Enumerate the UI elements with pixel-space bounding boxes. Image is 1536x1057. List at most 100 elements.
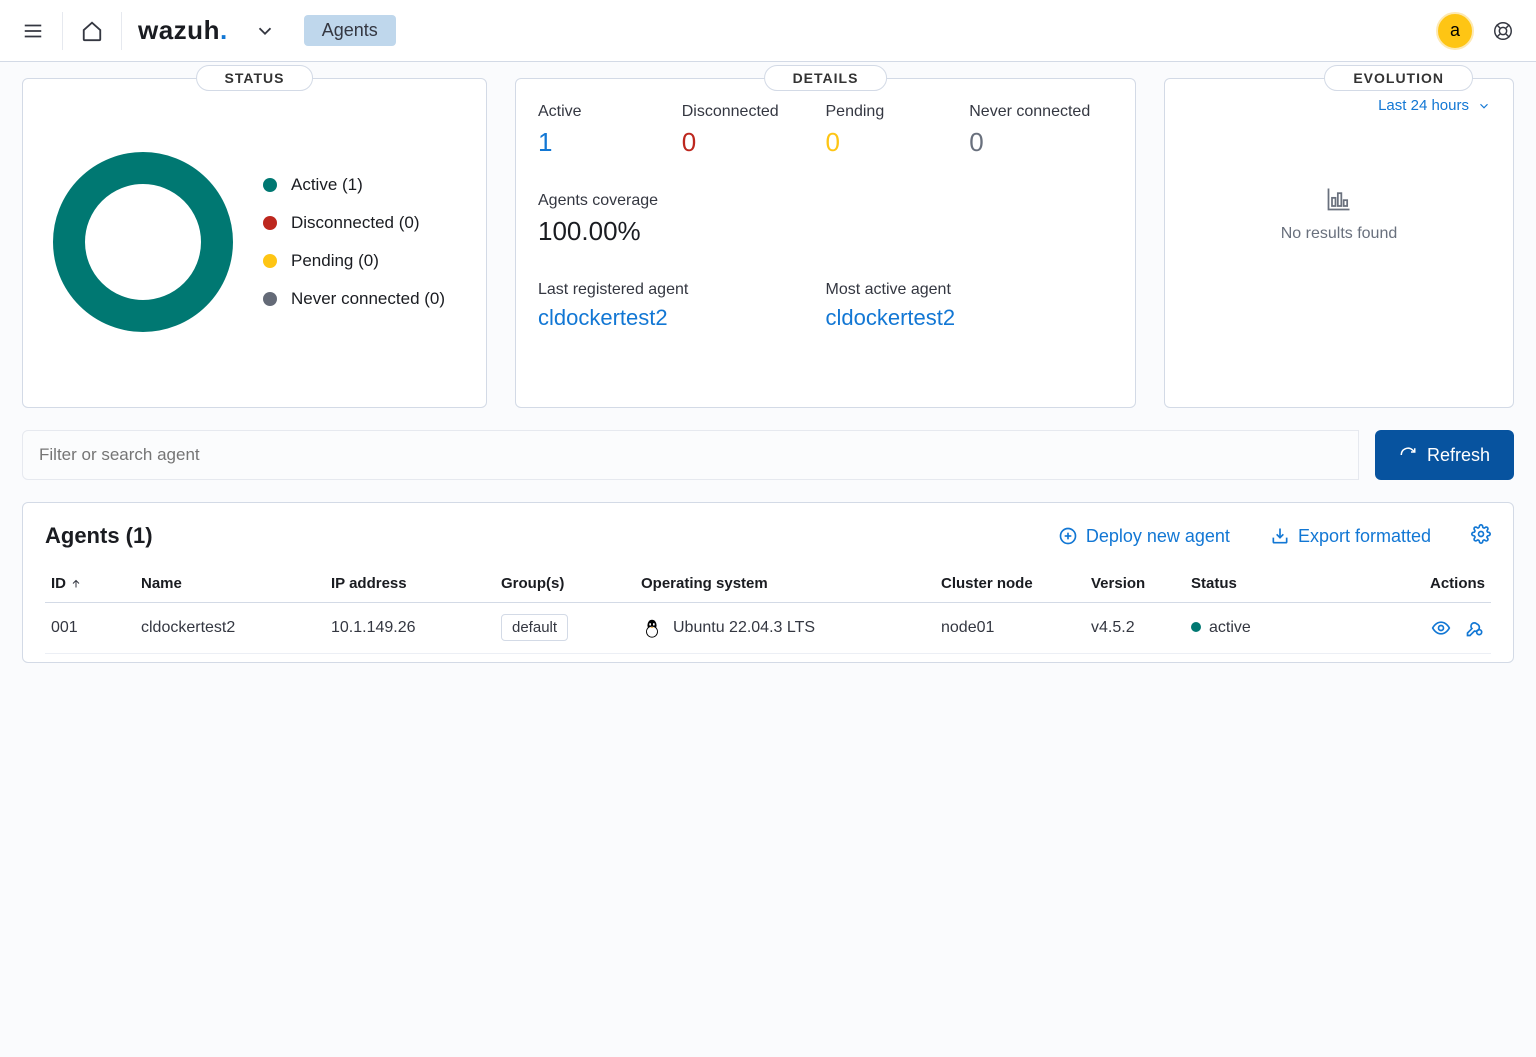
detail-label: Never connected <box>969 103 1113 121</box>
hamburger-icon <box>22 20 44 42</box>
chart-icon <box>1325 185 1353 213</box>
detail-label: Agents coverage <box>538 192 1113 210</box>
col-os[interactable]: Operating system <box>635 565 935 603</box>
col-actions: Actions <box>1305 565 1491 603</box>
status-title: STATUS <box>196 65 314 91</box>
home-icon <box>81 20 103 42</box>
refresh-button[interactable]: Refresh <box>1375 430 1514 480</box>
search-input[interactable] <box>22 430 1359 480</box>
col-groups[interactable]: Group(s) <box>495 565 635 603</box>
lifebuoy-icon <box>1492 20 1514 42</box>
brand-logo[interactable]: wazuh. <box>138 15 228 46</box>
time-range-picker[interactable]: Last 24 hours <box>1187 97 1491 114</box>
cell-actions <box>1305 603 1491 654</box>
status-text: active <box>1209 619 1251 636</box>
config-icon[interactable] <box>1465 618 1485 638</box>
view-icon[interactable] <box>1431 618 1451 638</box>
details-title: DETAILS <box>764 65 888 91</box>
menu-button[interactable] <box>10 8 56 54</box>
sort-asc-icon <box>70 578 82 590</box>
chevron-down-icon <box>1477 99 1491 113</box>
agents-table: ID Name IP address Group(s) Operating sy… <box>45 565 1491 654</box>
brand-menu-button[interactable] <box>242 8 288 54</box>
detail-label: Last registered agent <box>538 281 826 299</box>
cell-name: cldockertest2 <box>135 603 325 654</box>
detail-value: 0 <box>826 127 970 158</box>
group-chip[interactable]: default <box>501 614 568 641</box>
plus-circle-icon <box>1058 526 1078 546</box>
detail-label: Most active agent <box>826 281 1114 299</box>
cell-cluster: node01 <box>935 603 1085 654</box>
status-dot-icon <box>1191 622 1201 632</box>
export-button[interactable]: Export formatted <box>1270 526 1431 547</box>
evolution-panel: EVOLUTION Last 24 hours No results found <box>1164 78 1514 408</box>
detail-active: Active 1 <box>538 103 682 158</box>
cell-status: active <box>1185 603 1305 654</box>
detail-label: Disconnected <box>682 103 826 121</box>
detail-label: Active <box>538 103 682 121</box>
legend-pending[interactable]: Pending (0) <box>263 251 445 271</box>
topbar: wazuh. Agents a <box>0 0 1536 62</box>
dot-icon <box>263 178 277 192</box>
legend-label: Disconnected (0) <box>291 213 420 233</box>
detail-value: 0 <box>682 127 826 158</box>
detail-most-active: Most active agent cldockertest2 <box>826 281 1114 331</box>
details-panel: DETAILS Active 1 Disconnected 0 Pending … <box>515 78 1136 408</box>
search-row: Refresh <box>22 430 1514 480</box>
refresh-label: Refresh <box>1427 445 1490 466</box>
detail-pending: Pending 0 <box>826 103 970 158</box>
dot-icon <box>263 292 277 306</box>
detail-last-registered: Last registered agent cldockertest2 <box>538 281 826 331</box>
user-avatar[interactable]: a <box>1436 12 1474 50</box>
legend-label: Active (1) <box>291 175 363 195</box>
col-status[interactable]: Status <box>1185 565 1305 603</box>
os-text: Ubuntu 22.04.3 LTS <box>673 619 815 637</box>
divider <box>121 12 122 50</box>
cell-id: 001 <box>45 603 135 654</box>
status-panel: STATUS Active (1) Disconnected (0) Pendi… <box>22 78 487 408</box>
news-button[interactable] <box>1480 8 1526 54</box>
linux-icon <box>641 617 663 639</box>
col-name[interactable]: Name <box>135 565 325 603</box>
status-legend: Active (1) Disconnected (0) Pending (0) … <box>263 175 445 309</box>
legend-active[interactable]: Active (1) <box>263 175 445 195</box>
legend-label: Never connected (0) <box>291 289 445 309</box>
time-range-label: Last 24 hours <box>1378 97 1469 114</box>
detail-value: 1 <box>538 127 682 158</box>
status-donut-chart <box>53 152 233 332</box>
deploy-agent-button[interactable]: Deploy new agent <box>1058 526 1230 547</box>
col-ip[interactable]: IP address <box>325 565 495 603</box>
refresh-icon <box>1399 446 1417 464</box>
home-button[interactable] <box>69 8 115 54</box>
table-settings-button[interactable] <box>1471 524 1491 549</box>
cell-version: v4.5.2 <box>1085 603 1185 654</box>
agents-title: Agents (1) <box>45 523 153 549</box>
detail-never: Never connected 0 <box>969 103 1113 158</box>
detail-label: Pending <box>826 103 970 121</box>
empty-text: No results found <box>1281 225 1398 243</box>
cell-os: Ubuntu 22.04.3 LTS <box>635 603 935 654</box>
legend-label: Pending (0) <box>291 251 379 271</box>
table-header-row: ID Name IP address Group(s) Operating sy… <box>45 565 1491 603</box>
brand-text: wazuh <box>138 15 220 45</box>
evolution-empty: No results found <box>1187 114 1491 314</box>
gear-icon <box>1471 524 1491 544</box>
detail-value: 100.00% <box>538 216 1113 247</box>
col-id[interactable]: ID <box>45 565 135 603</box>
cell-ip: 10.1.149.26 <box>325 603 495 654</box>
col-cluster[interactable]: Cluster node <box>935 565 1085 603</box>
deploy-label: Deploy new agent <box>1086 526 1230 547</box>
most-active-link[interactable]: cldockertest2 <box>826 305 1114 331</box>
current-tab[interactable]: Agents <box>304 15 396 46</box>
legend-disconnected[interactable]: Disconnected (0) <box>263 213 445 233</box>
brand-dot: . <box>220 15 228 45</box>
table-row[interactable]: 001 cldockertest2 10.1.149.26 default Ub… <box>45 603 1491 654</box>
last-registered-link[interactable]: cldockertest2 <box>538 305 826 331</box>
agents-panel: Agents (1) Deploy new agent Export forma… <box>22 502 1514 663</box>
evolution-title: EVOLUTION <box>1324 65 1473 91</box>
content: STATUS Active (1) Disconnected (0) Pendi… <box>0 62 1536 1057</box>
legend-never[interactable]: Never connected (0) <box>263 289 445 309</box>
detail-disconnected: Disconnected 0 <box>682 103 826 158</box>
col-version[interactable]: Version <box>1085 565 1185 603</box>
chevron-down-icon <box>254 20 276 42</box>
